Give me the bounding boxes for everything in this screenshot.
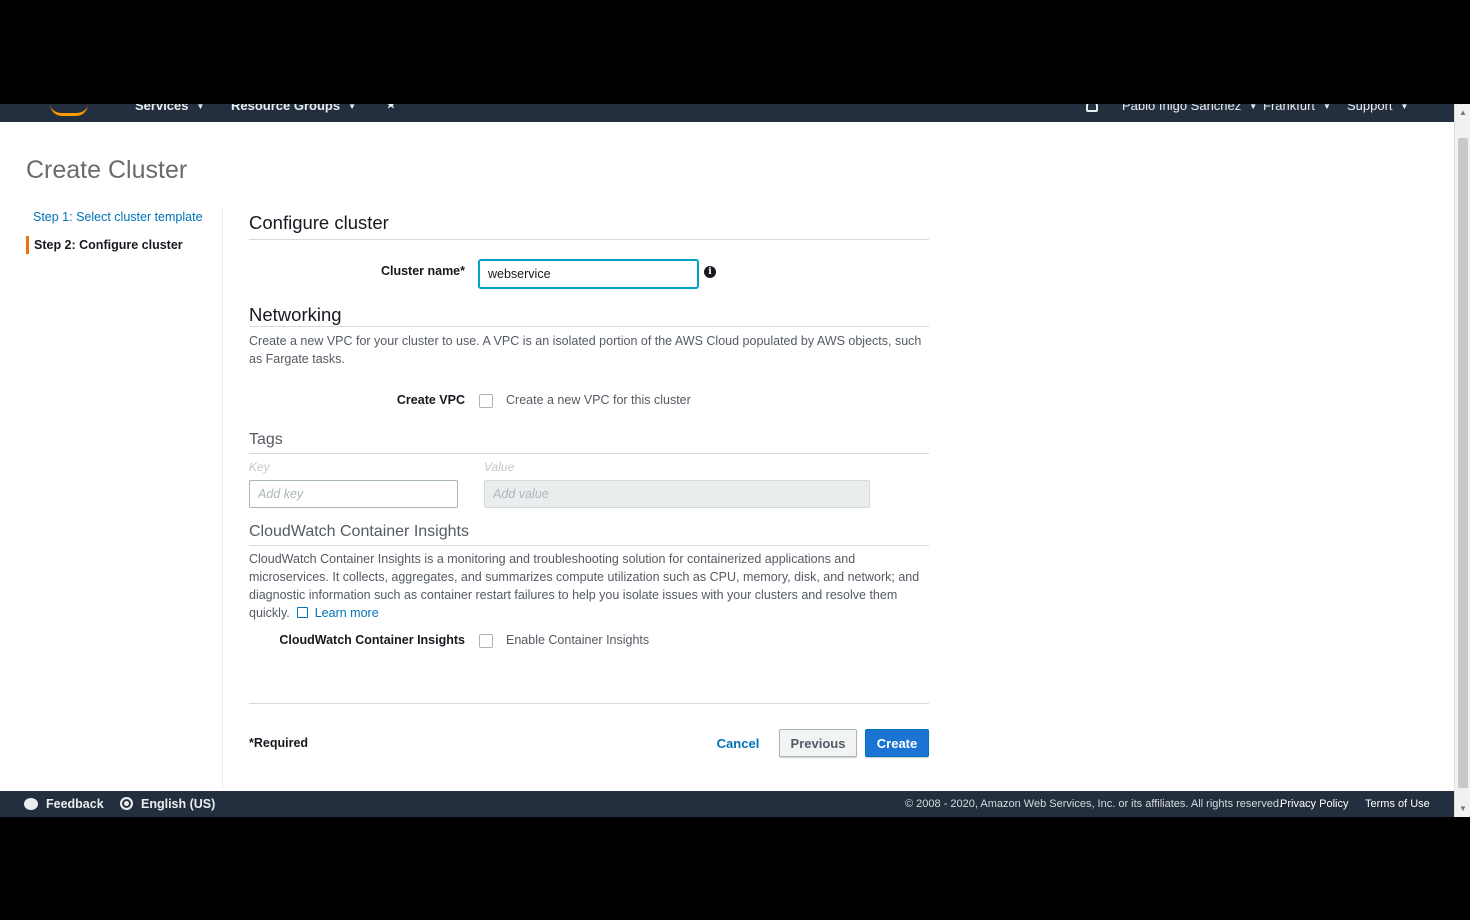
resource-groups-menu[interactable]: Resource Groups ▼ bbox=[231, 104, 356, 113]
feedback-label: Feedback bbox=[46, 797, 104, 811]
services-menu[interactable]: Services ▼ bbox=[135, 104, 204, 113]
services-label: Services bbox=[135, 104, 189, 113]
wizard-steps: Step 1: Select cluster template Step 2: … bbox=[26, 208, 222, 264]
tag-key-header: Key bbox=[249, 460, 270, 474]
resource-groups-label: Resource Groups bbox=[231, 104, 341, 113]
chevron-down-icon: ▼ bbox=[196, 104, 205, 112]
create-vpc-checkbox-label[interactable]: Create a new VPC for this cluster bbox=[506, 393, 691, 407]
console-footer: Feedback English (US) © 2008 - 2020, Ama… bbox=[0, 791, 1454, 817]
divider bbox=[249, 703, 929, 704]
privacy-policy-link[interactable]: Privacy Policy bbox=[1280, 798, 1348, 810]
region-name: Frankfurt bbox=[1263, 104, 1316, 113]
speech-bubble-icon bbox=[24, 798, 38, 810]
divider bbox=[249, 545, 929, 546]
page-scrollbar[interactable]: ▲ ▼ bbox=[1454, 104, 1470, 817]
cluster-name-label: Cluster name* bbox=[380, 264, 465, 278]
chevron-down-icon: ▼ bbox=[348, 104, 357, 112]
divider bbox=[249, 453, 929, 454]
user-name: Pablo Iñigo Sánchez bbox=[1122, 104, 1242, 113]
step-1-link[interactable]: Step 1: Select cluster template bbox=[26, 208, 222, 226]
aws-logo[interactable] bbox=[50, 104, 88, 116]
page-title: Create Cluster bbox=[26, 156, 188, 184]
tags-heading: Tags bbox=[249, 431, 283, 448]
cancel-button[interactable]: Cancel bbox=[711, 729, 765, 757]
region-menu[interactable]: Frankfurt ▼ bbox=[1263, 104, 1331, 113]
bell-icon[interactable] bbox=[1086, 104, 1098, 112]
language-selector[interactable]: English (US) bbox=[120, 797, 215, 811]
top-nav-bar: Services ▼ Resource Groups ▼ ★ Pablo Iñigo… bbox=[0, 104, 1454, 122]
feedback-link[interactable]: Feedback bbox=[24, 797, 104, 811]
info-icon[interactable]: i bbox=[704, 266, 716, 278]
create-vpc-label: Create VPC bbox=[396, 393, 465, 407]
insights-field-label: CloudWatch Container Insights bbox=[279, 633, 465, 647]
previous-button[interactable]: Previous bbox=[779, 729, 857, 757]
chevron-down-icon: ▼ bbox=[1400, 104, 1409, 112]
configure-cluster-heading: Configure cluster bbox=[249, 212, 389, 233]
support-menu[interactable]: Support ▼ bbox=[1347, 104, 1408, 113]
chevron-down-icon: ▼ bbox=[1249, 104, 1258, 112]
enable-insights-checkbox[interactable] bbox=[479, 634, 493, 648]
divider bbox=[249, 326, 929, 327]
external-link-icon bbox=[297, 607, 309, 618]
learn-more-link[interactable]: Learn more bbox=[315, 606, 379, 620]
scroll-up-arrow-icon[interactable]: ▲ bbox=[1459, 108, 1467, 117]
networking-heading: Networking bbox=[249, 304, 342, 325]
insights-heading: CloudWatch Container Insights bbox=[249, 523, 469, 540]
language-label: English (US) bbox=[141, 797, 216, 811]
tag-value-header: Value bbox=[484, 460, 515, 474]
step-2-current: Step 2: Configure cluster bbox=[26, 236, 222, 254]
tag-value-input[interactable] bbox=[484, 480, 870, 508]
chevron-down-icon: ▼ bbox=[1323, 104, 1331, 112]
support-label: Support bbox=[1347, 104, 1393, 113]
steps-divider bbox=[222, 209, 223, 789]
required-note: *Required bbox=[249, 736, 309, 750]
terms-of-use-link[interactable]: Terms of Use bbox=[1365, 798, 1430, 810]
tag-key-input[interactable] bbox=[249, 480, 458, 508]
copyright-text: © 2008 - 2020, Amazon Web Services, Inc.… bbox=[905, 798, 1282, 810]
scrollbar-thumb[interactable] bbox=[1458, 138, 1468, 788]
globe-icon bbox=[120, 797, 133, 810]
create-vpc-checkbox[interactable] bbox=[479, 394, 493, 408]
pin-icon[interactable]: ★ bbox=[386, 104, 396, 111]
scroll-down-arrow-icon[interactable]: ▼ bbox=[1459, 804, 1467, 813]
insights-description: CloudWatch Container Insights is a monit… bbox=[249, 550, 929, 622]
networking-description: Create a new VPC for your cluster to use… bbox=[249, 334, 922, 366]
create-button[interactable]: Create bbox=[865, 729, 929, 757]
browser-viewport: Services ▼ Resource Groups ▼ ★ Pablo Iñigo… bbox=[0, 104, 1470, 817]
user-menu[interactable]: Pablo Iñigo Sánchez ▼ bbox=[1122, 104, 1257, 113]
cluster-name-input[interactable] bbox=[479, 260, 698, 288]
enable-insights-checkbox-label[interactable]: Enable Container Insights bbox=[506, 633, 649, 647]
divider bbox=[249, 239, 929, 240]
